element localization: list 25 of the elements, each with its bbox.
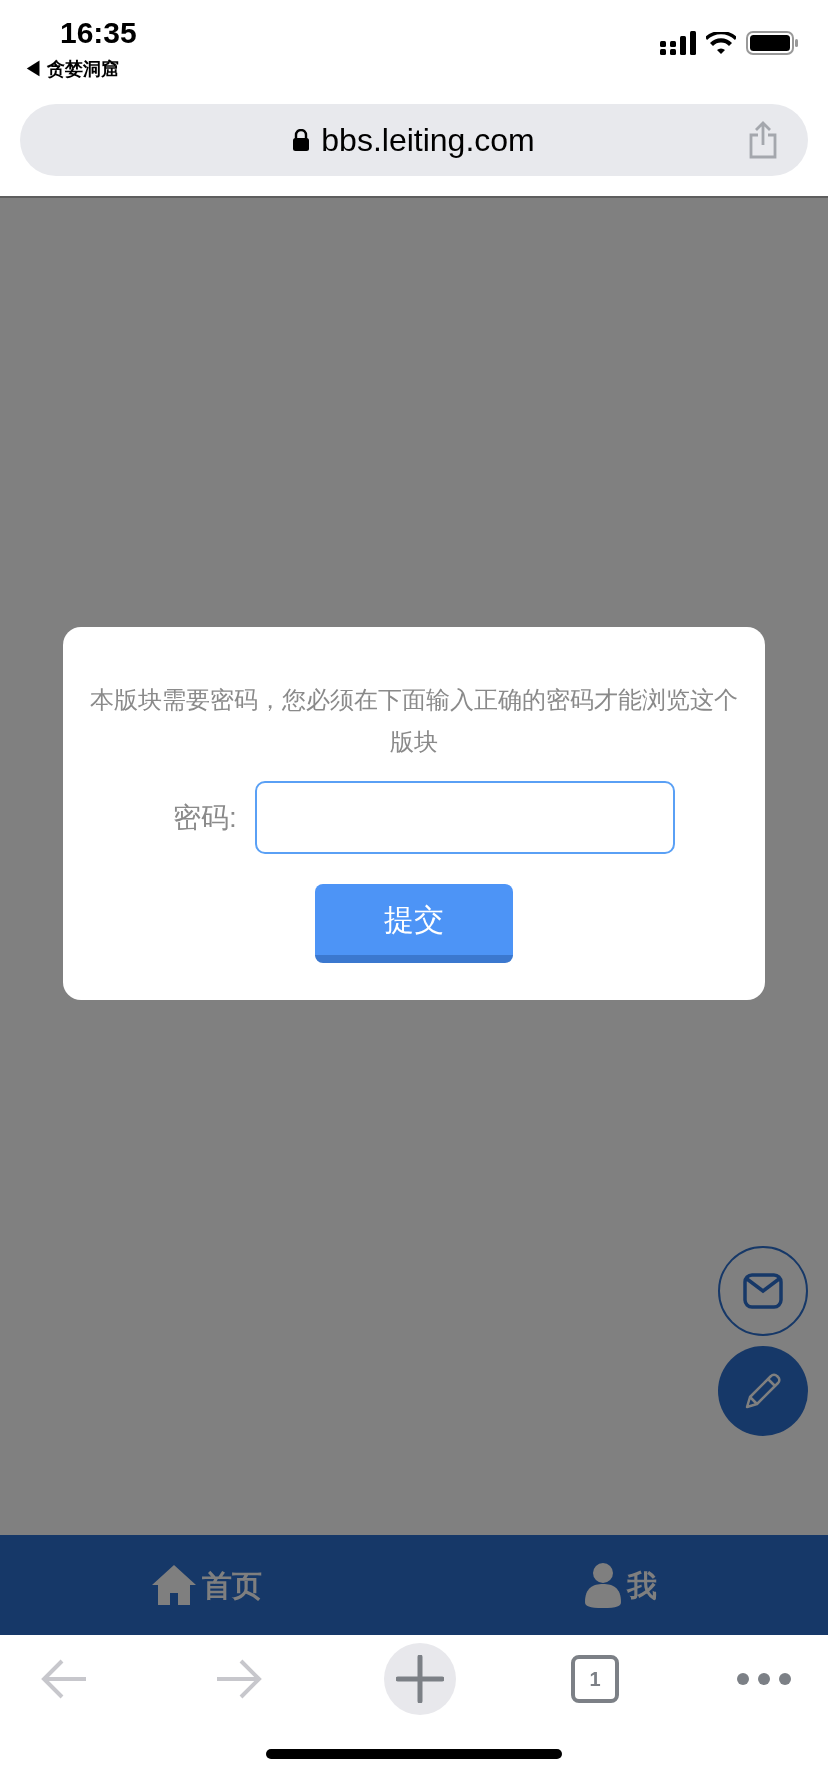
person-icon (585, 1562, 621, 1608)
nav-tab[interactable]: 首页 (0, 1535, 414, 1635)
signal-icon (660, 31, 696, 55)
share-icon[interactable] (748, 121, 778, 159)
nav-tab-label: 首页 (202, 1567, 262, 1604)
plus-icon (396, 1655, 444, 1703)
nav-tab-label: 我 (627, 1567, 657, 1604)
password-field[interactable] (254, 781, 675, 854)
url-text: bbs.leiting.com (321, 121, 535, 160)
lock-icon (293, 129, 310, 151)
password-required-message: 本版块需要密码，您必须在下面输入正确的密码才能浏览这个版块 (89, 685, 739, 757)
password-label: 密码: (173, 800, 237, 835)
tabs-button[interactable]: 1 (571, 1655, 619, 1703)
battery-icon (746, 31, 798, 55)
message-button[interactable] (718, 1246, 808, 1336)
home-icon (152, 1565, 196, 1605)
more-icon (736, 1672, 792, 1686)
clock-time: 16:35 (60, 15, 137, 51)
envelope-icon (743, 1273, 783, 1309)
back-to-app-link[interactable]: ◀ 贪婪洞窟 (24, 56, 137, 82)
pencil-icon (743, 1371, 783, 1411)
submit-button[interactable]: 提交 (315, 884, 513, 963)
address-bar[interactable]: bbs.leiting.com (20, 104, 808, 176)
nav-tab[interactable]: 我 (414, 1535, 828, 1635)
wifi-icon (706, 32, 736, 54)
